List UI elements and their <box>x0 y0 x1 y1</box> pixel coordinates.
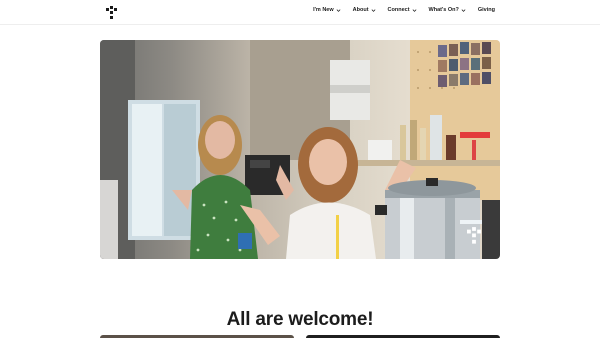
page-heading: All are welcome! <box>226 309 374 330</box>
hero-image <box>100 40 500 259</box>
brand-logo-icon[interactable] <box>106 6 117 20</box>
chevron-down-icon <box>461 8 466 12</box>
hero-photo <box>100 40 500 259</box>
brand-logo-icon <box>467 227 481 245</box>
nav-item-im-new[interactable]: I'm New <box>313 7 341 13</box>
nav-label: Giving <box>477 7 495 13</box>
nav-label: I'm New <box>313 7 334 13</box>
nav-item-about[interactable]: About <box>353 7 376 13</box>
chevron-down-icon <box>336 8 341 12</box>
nav-label: What's On? <box>428 7 459 13</box>
nav-label: About <box>352 7 369 13</box>
nav-item-giving[interactable]: Giving <box>478 7 495 13</box>
site-header: I'm New About Connect What's On? Giving <box>0 0 600 25</box>
nav-item-connect[interactable]: Connect <box>388 7 417 13</box>
nav-item-whats-on[interactable]: What's On? <box>429 7 466 13</box>
chevron-down-icon <box>412 8 416 12</box>
nav-label: Connect <box>387 7 410 13</box>
main-nav: I'm New About Connect What's On? Giving <box>313 7 495 13</box>
chevron-down-icon <box>371 8 375 12</box>
